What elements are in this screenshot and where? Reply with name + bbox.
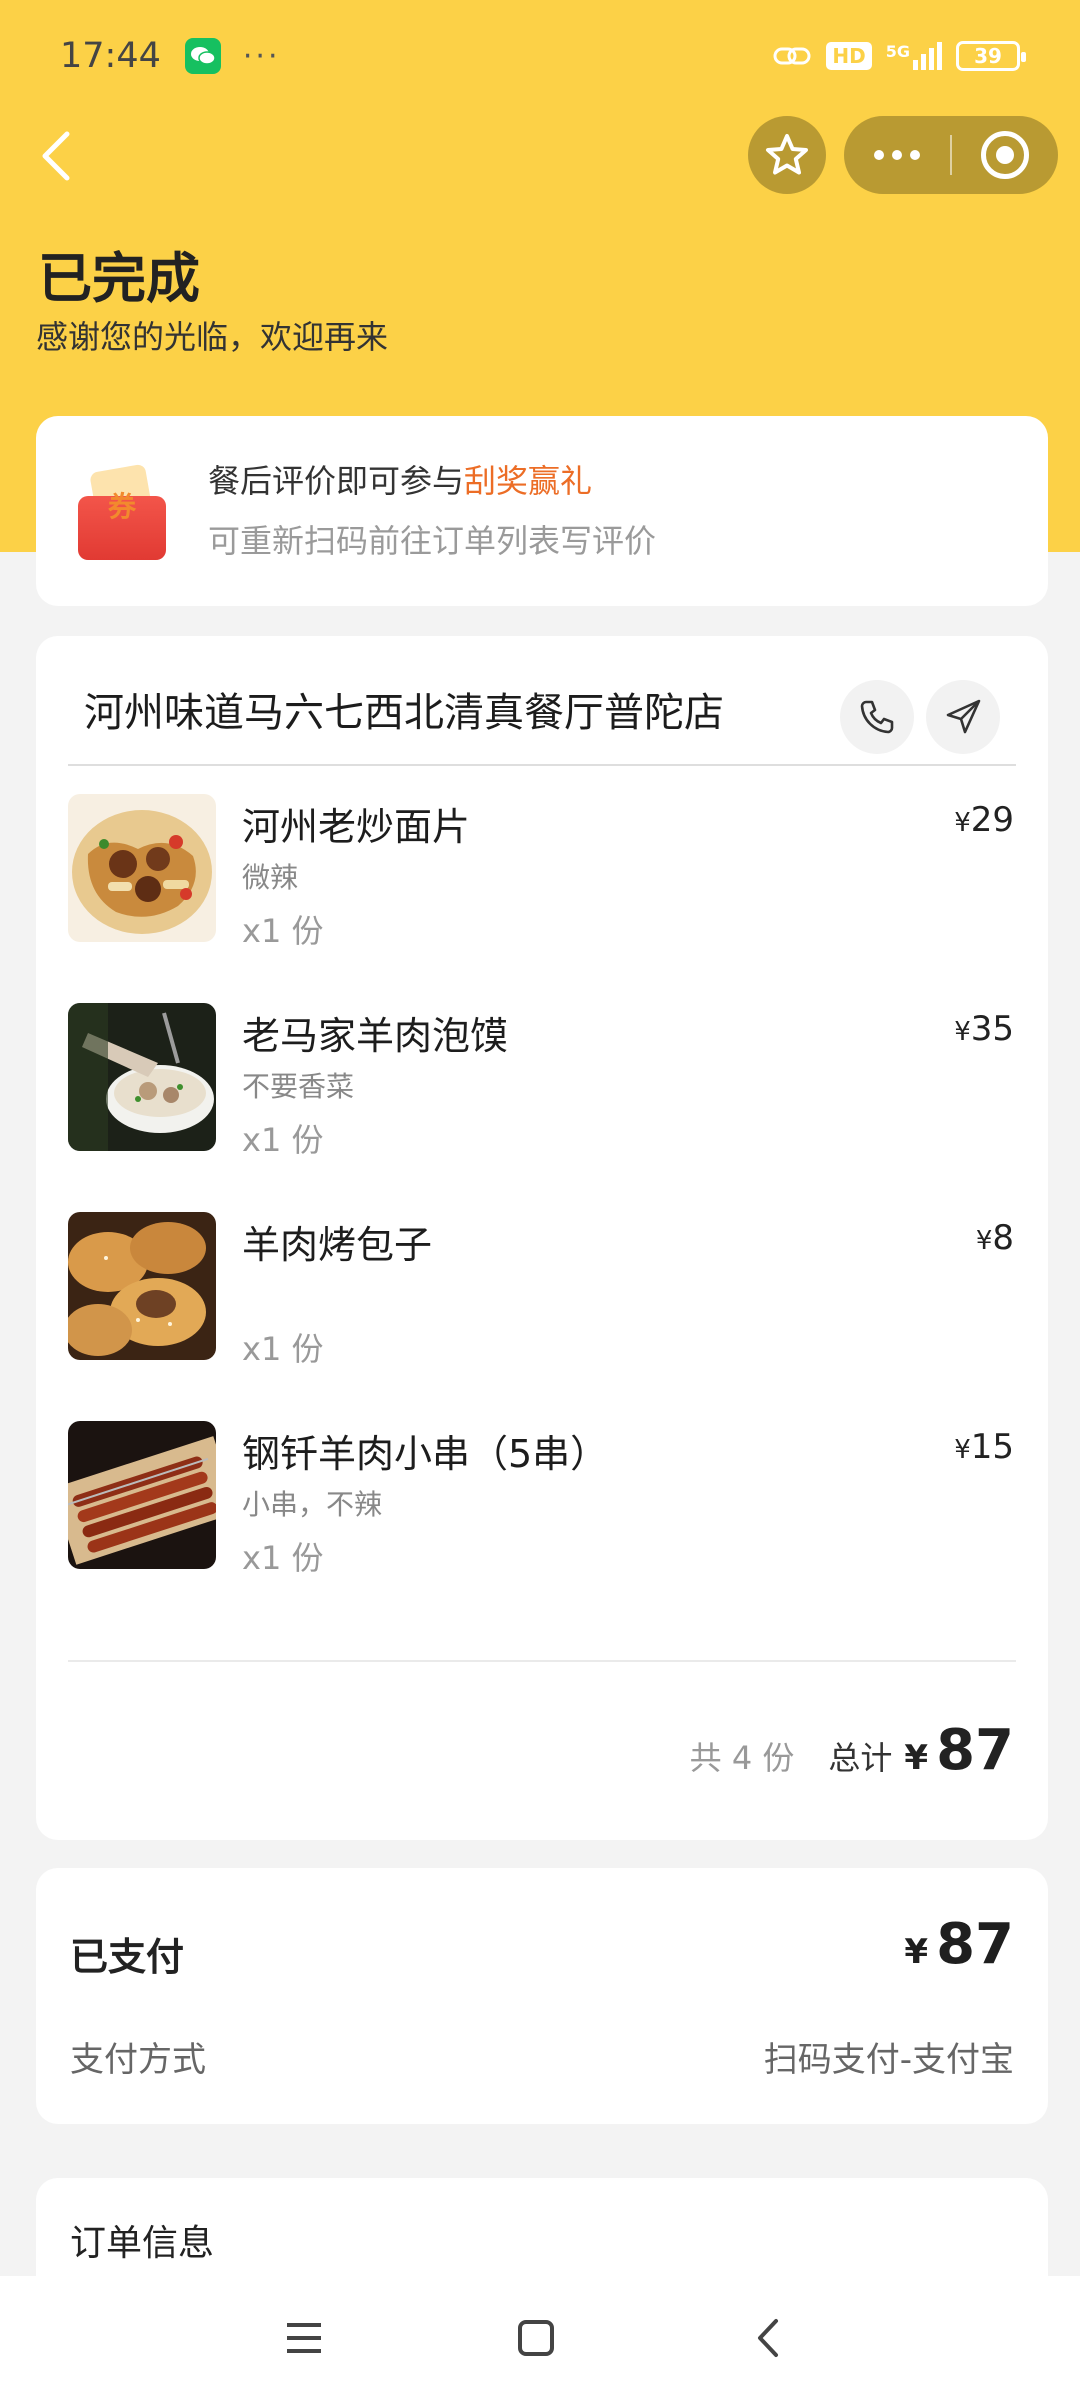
hd-badge: HD [826,42,872,70]
navigation-icon [946,699,981,734]
item-spec: 小串，不辣 [242,1488,383,1521]
dish-image-kaobaozi [68,1212,216,1360]
item-price: ¥35 [954,1009,1014,1049]
payment-card: 已支付 ¥ 87 支付方式 扫码支付-支付宝 [36,1868,1048,2124]
order-item: 老马家羊肉泡馍 不要香菜 x1 份 ¥35 [68,1003,1016,1159]
item-price: ¥29 [954,800,1014,840]
item-quantity: x1 份 [242,1121,324,1159]
order-item: 钢钎羊肉小串（5串） 小串，不辣 x1 份 ¥15 [68,1421,1016,1577]
item-price: ¥8 [975,1218,1014,1258]
order-item: 河州老炒面片 微辣 x1 份 ¥29 [68,794,1016,950]
status-indicators: HD 5G 39 [772,41,1026,71]
status-time: 17:44 [60,36,161,76]
battery-indicator: 39 [956,41,1026,71]
phone-icon [860,700,894,734]
call-store-button[interactable] [840,680,914,754]
favorite-button[interactable] [748,116,826,194]
square-icon [518,2320,554,2356]
item-quantity: x1 份 [242,1539,324,1577]
item-name: 河州老炒面片 [242,805,471,849]
order-summary: 共 4 份 总计 ¥ 87 [690,1718,1014,1783]
close-mini-program-button[interactable] [952,116,1058,194]
payment-status: 已支付 [70,1935,185,1979]
summary-divider [68,1660,1016,1662]
order-detail-page: 17:44 ··· HD 5G 39 已完成 感谢您的光临，欢迎再来 券 餐后评… [0,0,1080,2400]
store-divider [68,764,1016,766]
total-label: 总计 [828,1739,893,1777]
item-spec: 不要香菜 [242,1070,355,1103]
menu-icon [287,2323,321,2353]
paid-amount: ¥ 87 [904,1912,1014,1977]
link-icon [773,47,811,65]
paid-value: 87 [936,1912,1014,1977]
chevron-left-icon [758,2319,778,2357]
coupon-icon: 券 [78,463,166,560]
navigate-store-button[interactable] [926,680,1000,754]
signal-icon: 5G [886,42,942,70]
order-info-title: 订单信息 [70,2223,215,2264]
target-icon [981,131,1029,179]
network-label: 5G [885,42,910,61]
review-promo-prefix: 餐后评价即可参与 [208,462,465,500]
item-price: ¥15 [954,1427,1014,1467]
home-button[interactable] [496,2298,576,2378]
payment-method-value: 扫码支付-支付宝 [763,2040,1014,2080]
paid-currency: ¥ [904,1932,929,1972]
item-name: 老马家羊肉泡馍 [242,1014,509,1058]
dish-image-paomo [68,1003,216,1151]
review-promo-text: 餐后评价即可参与刮奖赢礼 [208,456,592,502]
order-status-subtitle: 感谢您的光临，欢迎再来 [36,318,389,356]
star-icon [766,134,808,175]
wechat-icon [184,38,221,74]
item-quantity: x1 份 [242,912,324,950]
recent-apps-button[interactable] [264,2298,344,2378]
review-promo-card[interactable]: 券 餐后评价即可参与刮奖赢礼 可重新扫码前往订单列表写评价 [36,416,1048,606]
item-name: 羊肉烤包子 [242,1223,433,1267]
review-promo-subtext: 可重新扫码前往订单列表写评价 [208,522,657,560]
system-navigation-bar [0,2276,1080,2400]
total-currency: ¥ [904,1738,929,1778]
battery-level: 39 [974,44,1002,68]
dish-image-yangrouchuan [68,1421,216,1569]
back-button[interactable] [28,124,84,188]
more-options-button[interactable] [844,116,950,194]
item-name: 钢钎羊肉小串（5串） [242,1432,609,1476]
order-items-card: 河州味道马六七西北清真餐厅普陀店 河州老炒面片 微辣 x1 份 ¥29 老马家羊… [36,636,1048,1840]
payment-method-label: 支付方式 [70,2040,206,2080]
store-name[interactable]: 河州味道马六七西北清真餐厅普陀店 [84,680,724,738]
item-count: 共 4 份 [689,1739,795,1777]
status-bar: 17:44 ··· HD 5G 39 [0,0,1080,112]
order-item: 羊肉烤包子 x1 份 ¥8 [68,1212,1016,1368]
item-spec: 微辣 [242,861,299,894]
order-status-title: 已完成 [38,247,200,310]
total-amount: 87 [936,1718,1014,1783]
mini-program-capsule [844,116,1058,194]
system-back-button[interactable] [728,2298,808,2378]
scratch-prize-link[interactable]: 刮奖赢礼 [464,462,592,500]
status-more-dots: ··· [242,38,281,74]
chevron-left-icon [42,131,70,181]
item-quantity: x1 份 [242,1330,324,1368]
dish-image-chaomianpian [68,794,216,942]
